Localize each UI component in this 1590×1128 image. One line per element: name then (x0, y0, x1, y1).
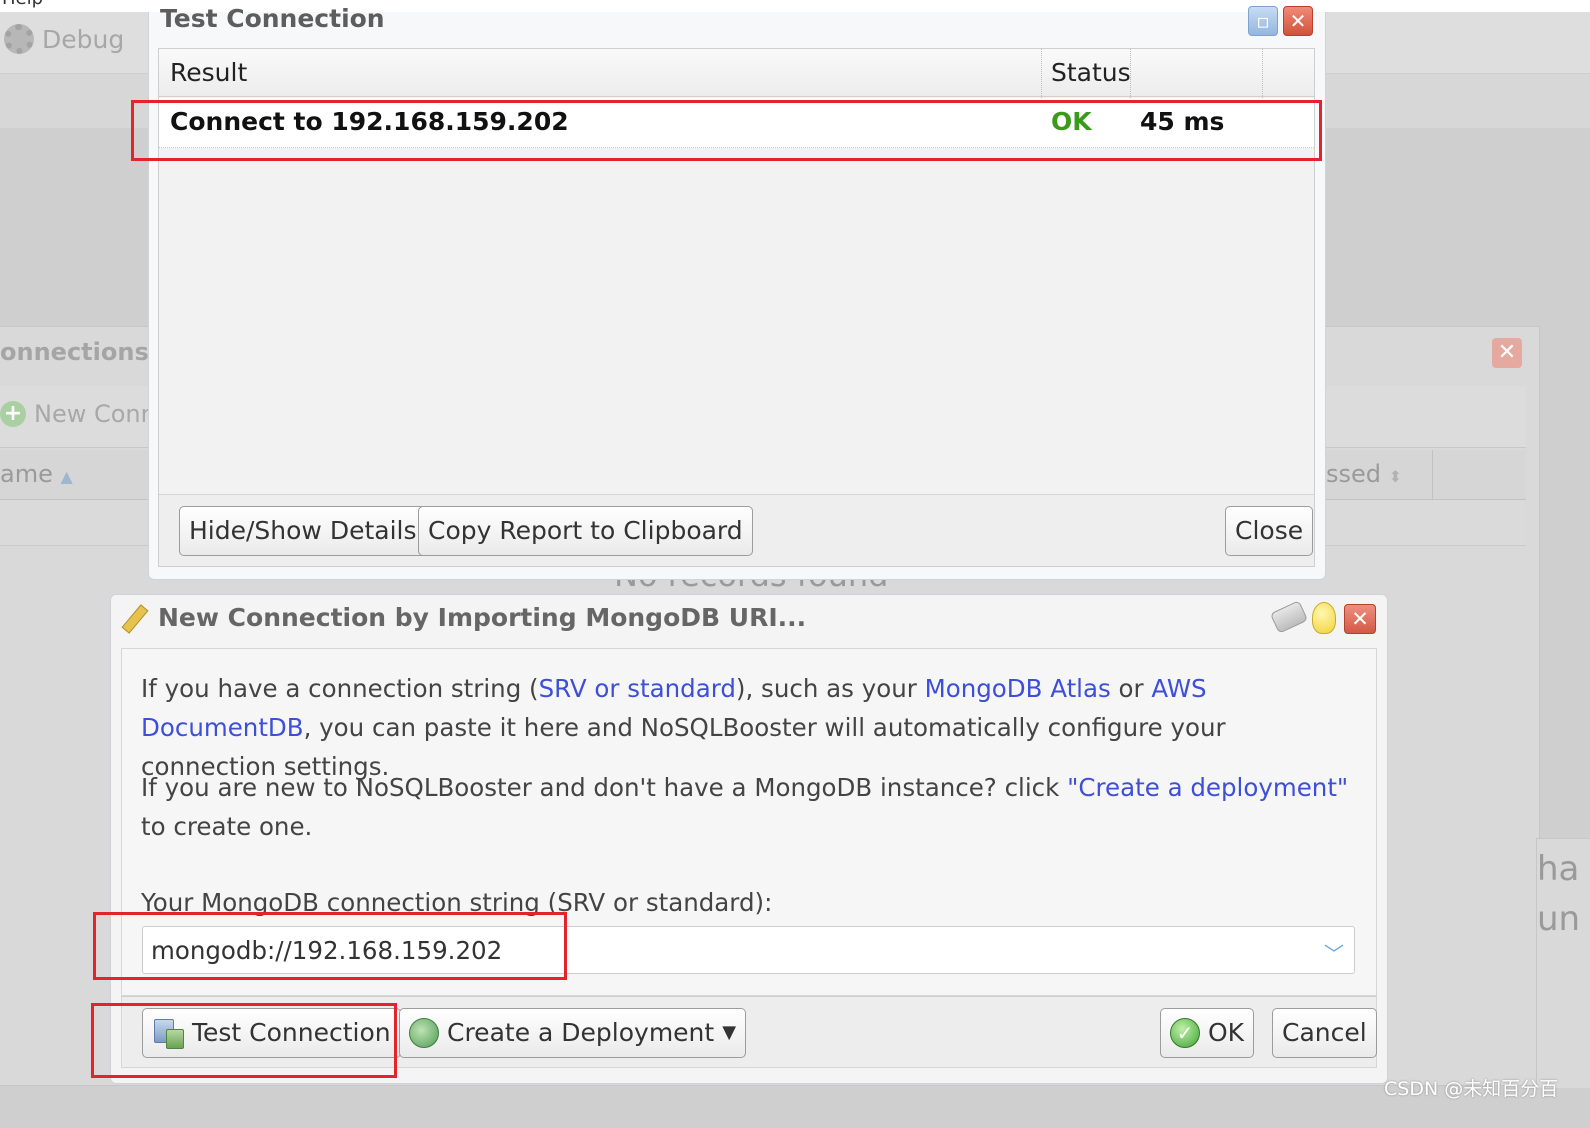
hide-show-details-button[interactable]: Hide/Show Details (179, 506, 427, 556)
new-connection-label: New Conn (34, 400, 156, 428)
sort-icon: ⬍ (1388, 467, 1403, 486)
highlight-connection-string (93, 912, 567, 980)
lightbulb-icon[interactable] (1312, 602, 1336, 634)
watermark: CSDN @未知百分百 (1384, 1078, 1559, 1100)
close-button[interactable]: Close (1225, 506, 1314, 556)
mongodb-atlas-link[interactable]: MongoDB Atlas (925, 674, 1111, 703)
maximize-icon[interactable]: ▫ (1248, 6, 1278, 36)
menu-help[interactable]: Help (2, 0, 43, 9)
side-text-1: ha (1537, 849, 1580, 889)
deployment-icon (409, 1018, 439, 1048)
new-connection-button[interactable]: + New Conn (0, 400, 156, 428)
copy-report-button[interactable]: Copy Report to Clipboard (418, 506, 753, 556)
dialog-title-text: New Connection by Importing MongoDB URI.… (158, 602, 807, 632)
highlight-test-button (91, 1003, 397, 1078)
highlight-result-row (131, 100, 1322, 161)
ok-label: OK (1208, 1018, 1245, 1047)
srv-or-standard-link[interactable]: SRV or standard (539, 674, 736, 703)
pencil-icon (122, 602, 152, 632)
caret-down-icon: ▼ (722, 1022, 737, 1043)
close-icon[interactable]: ✕ (1283, 6, 1313, 36)
ok-button[interactable]: ✓ OK (1160, 1008, 1255, 1058)
dialog-title: Test Connection (160, 4, 385, 33)
create-deployment-button[interactable]: Create a Deployment ▼ (399, 1008, 747, 1058)
column-accessed-header[interactable]: ssed ⬍ (1326, 460, 1402, 488)
dialog-title: New Connection by Importing MongoDB URI.… (122, 602, 806, 632)
results-header (159, 49, 1314, 97)
column-result-header[interactable]: Result (170, 58, 247, 87)
ok-check-icon: ✓ (1170, 1018, 1200, 1048)
cancel-button[interactable]: Cancel (1272, 1008, 1377, 1058)
debug-label: Debug (42, 24, 125, 54)
side-panel: ha un (1536, 838, 1590, 1088)
create-deployment-label: Create a Deployment (447, 1018, 715, 1047)
column-name-header[interactable]: ame ▲ (0, 460, 73, 488)
create-deployment-link[interactable]: "Create a deployment" (1067, 773, 1348, 802)
close-icon[interactable]: ✕ (1492, 338, 1522, 368)
column-status-header[interactable]: Status (1051, 58, 1131, 87)
new-user-paragraph: If you are new to NoSQLBooster and don't… (141, 773, 1349, 841)
plus-icon: + (0, 401, 26, 427)
chevron-down-icon[interactable]: ﹀ (1324, 938, 1348, 966)
side-text-2: un (1537, 899, 1581, 939)
debug-button[interactable]: Debug (4, 24, 124, 54)
gear-icon (4, 24, 34, 54)
sort-up-icon: ▲ (60, 467, 73, 486)
connections-title: onnections (0, 338, 149, 366)
close-icon[interactable]: ✕ (1344, 604, 1376, 634)
